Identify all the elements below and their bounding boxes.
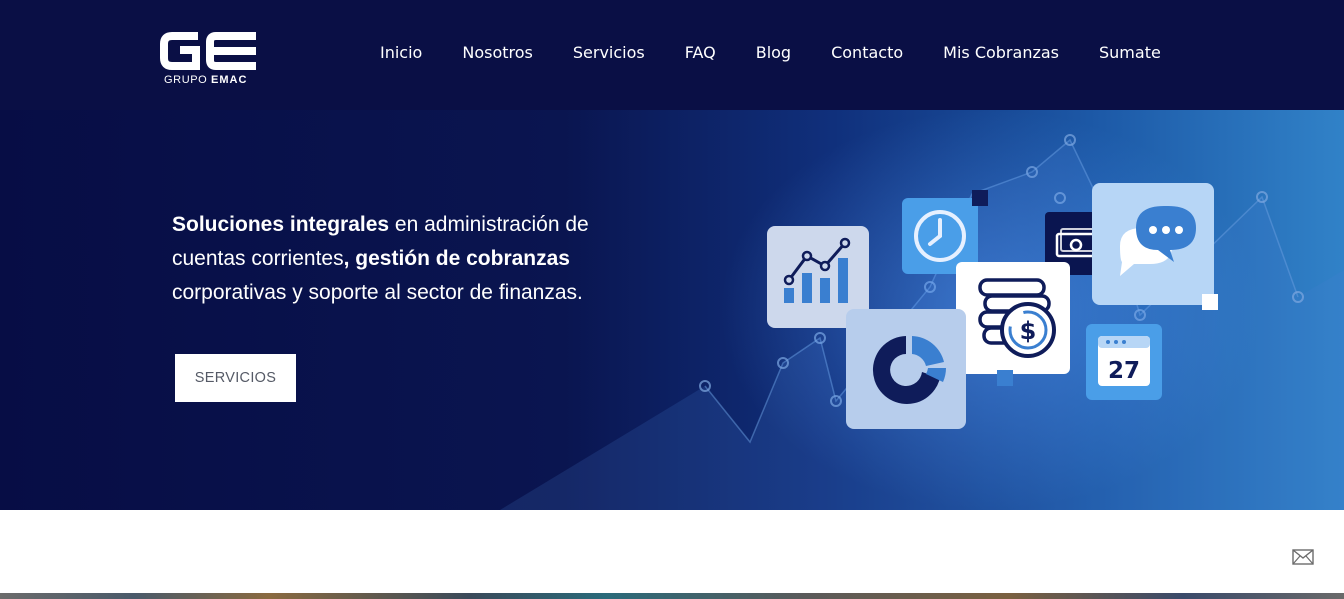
finance-illustration: $ 27 [720,110,1260,510]
nav-item-faq[interactable]: FAQ [685,41,716,65]
coin-dollar-symbol: $ [1020,317,1037,345]
hero-banner: Soluciones integrales en administración … [0,110,1344,510]
coins-icon: $ [956,262,1070,374]
logo-wordmark: GRUPO EMAC [164,74,248,86]
ge-logo-mark [160,32,256,70]
nav-item-sumate[interactable]: Sumate [1099,41,1161,65]
servicios-button[interactable]: SERVICIOS [175,354,296,402]
nav-item-nosotros[interactable]: Nosotros [462,41,533,65]
calendar-icon: 27 [1086,324,1162,400]
pie-chart-icon [846,309,966,429]
site-header: GRUPO EMAC Inicio Nosotros Servicios FAQ… [0,0,1344,110]
mail-icon[interactable] [1292,549,1314,565]
nav-item-blog[interactable]: Blog [756,41,791,65]
grupo-emac-logo[interactable]: GRUPO EMAC [158,30,258,88]
nav-item-servicios[interactable]: Servicios [573,41,645,65]
main-nav: Inicio Nosotros Servicios FAQ Blog Conta… [380,41,1161,65]
nav-item-mis-cobranzas[interactable]: Mis Cobranzas [943,41,1059,65]
photo-strip-preview [0,593,1344,599]
hero-headline: Soluciones integrales en administración … [172,213,589,304]
nav-item-inicio[interactable]: Inicio [380,41,422,65]
chat-bubbles-icon [1092,183,1214,305]
calendar-day-number: 27 [1108,358,1140,384]
nav-item-contacto[interactable]: Contacto [831,41,903,65]
